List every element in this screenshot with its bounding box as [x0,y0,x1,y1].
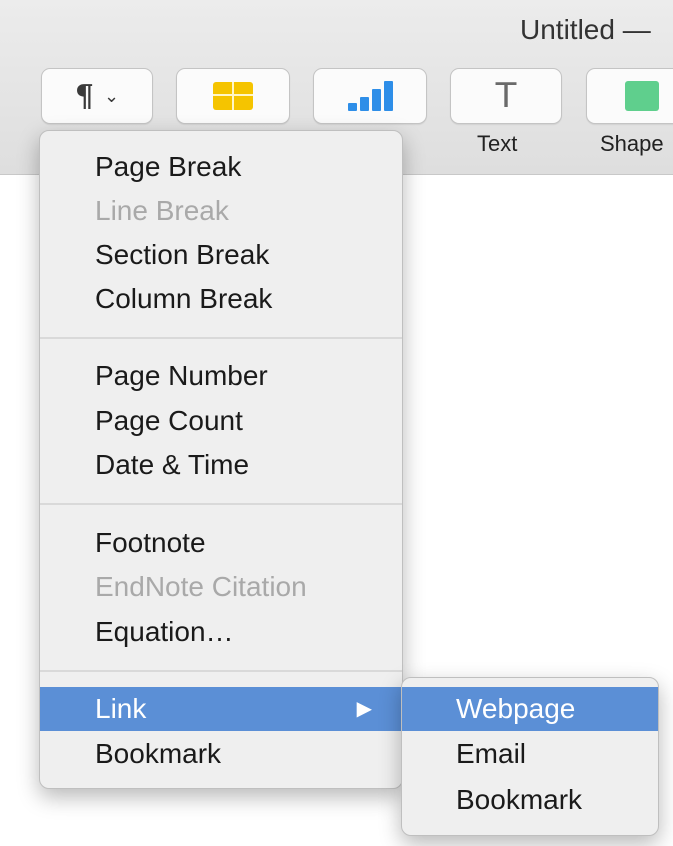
submenu-item-webpage[interactable]: Webpage [402,687,658,731]
text-icon: T [495,76,517,116]
chevron-down-icon: ⌄ [104,85,120,106]
menu-separator [40,337,402,339]
window-title: Untitled — [520,14,651,45]
menu-item-line-break: Line Break [95,195,229,226]
menu-separator [40,670,402,672]
table-icon [213,82,253,110]
table-button[interactable] [176,68,290,124]
menu-item-bookmark[interactable]: Bookmark [40,732,402,776]
menu-separator [40,503,402,505]
link-submenu: Webpage Email Bookmark [401,677,659,836]
menu-item-page-break[interactable]: Page Break [40,145,402,189]
submenu-arrow-icon: ▶ [356,698,372,720]
menu-item-equation[interactable]: Equation… [40,610,402,654]
shape-button-label: Shape [600,131,664,156]
insert-menu: Page Break Line Break Section Break Colu… [39,130,403,789]
shape-button[interactable] [586,68,673,124]
menu-item-page-number[interactable]: Page Number [40,354,402,398]
insert-button[interactable]: ¶ ⌄ [41,68,153,124]
menu-item-section-break[interactable]: Section Break [40,233,402,277]
shape-icon [625,81,659,111]
pages-window: Untitled — ¶ ⌄ t T Text Shape Page Br [0,0,673,846]
menu-item-link[interactable]: Link ▶ [40,687,402,731]
submenu-item-bookmark[interactable]: Bookmark [402,778,658,822]
chart-button[interactable] [313,68,427,124]
menu-item-endnote-citation: EndNote Citation [95,571,307,602]
menu-item-footnote[interactable]: Footnote [40,521,402,565]
menu-item-column-break[interactable]: Column Break [40,277,402,321]
menu-item-date-time[interactable]: Date & Time [40,443,402,487]
text-button-label: Text [477,131,518,156]
text-button[interactable]: T [450,68,562,124]
menu-item-page-count[interactable]: Page Count [40,399,402,443]
submenu-item-email[interactable]: Email [402,732,658,776]
menu-item-link-label: Link [95,693,147,724]
chart-icon [347,81,393,111]
pilcrow-icon: ¶ [74,78,94,114]
